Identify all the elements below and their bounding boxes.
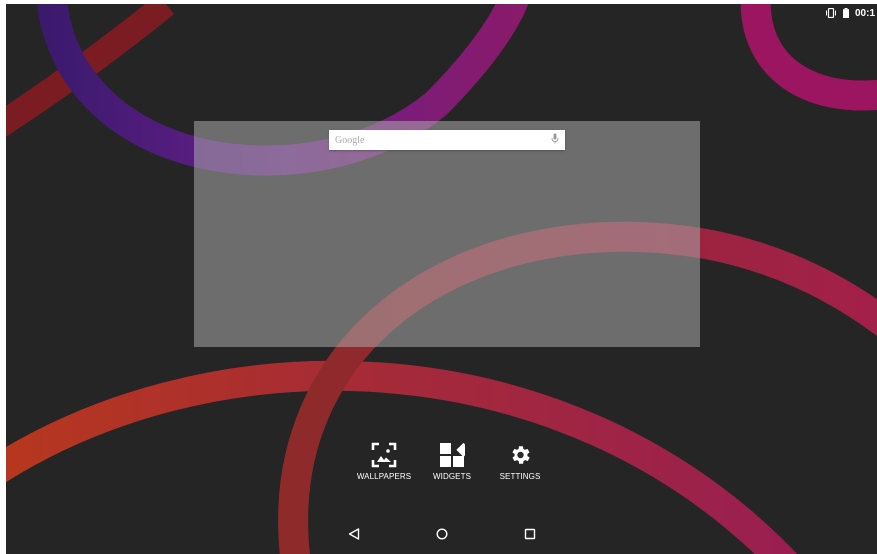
home-icon (435, 527, 448, 545)
navigation-bar (6, 518, 877, 554)
wallpapers-button[interactable]: WALLPAPERS (350, 440, 418, 481)
homescreen-page-preview[interactable]: Google (194, 121, 700, 347)
widgets-button[interactable]: WIDGETS (418, 440, 486, 481)
home-options-bar: WALLPAPERS WIDGETS SETTINGS (350, 440, 554, 481)
vibrate-icon (825, 8, 837, 18)
mic-icon[interactable] (551, 131, 559, 149)
wallpapers-label: WALLPAPERS (356, 472, 412, 481)
wallpaper-icon (369, 440, 399, 470)
back-button[interactable] (310, 518, 398, 554)
home-button[interactable] (398, 518, 486, 554)
status-bar: 00:1 (825, 4, 877, 22)
google-search-bar[interactable]: Google (329, 130, 565, 150)
settings-label: SETTINGS (499, 472, 541, 481)
settings-gear-icon (505, 440, 535, 470)
back-icon (348, 527, 360, 545)
battery-icon (842, 8, 849, 18)
widgets-icon (437, 440, 467, 470)
status-time: 00:1 (854, 7, 875, 19)
recents-icon (524, 527, 536, 545)
widgets-label: WIDGETS (432, 472, 472, 481)
search-placeholder: Google (335, 134, 365, 146)
recents-button[interactable] (486, 518, 574, 554)
settings-button[interactable]: SETTINGS (486, 440, 554, 481)
home-screen: 00:1 Google WALLPAPERS WIDGETS SETTINGS (6, 4, 877, 554)
